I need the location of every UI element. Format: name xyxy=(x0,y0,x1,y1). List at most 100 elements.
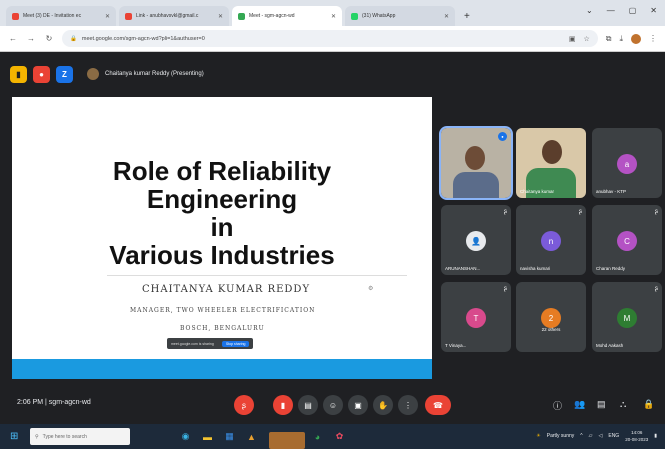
menu-icon[interactable]: ⋮ xyxy=(649,34,657,43)
browser-tab-1[interactable]: Meet (3) DE - Invitation ec ✕ xyxy=(6,6,116,26)
participant-avatar: T xyxy=(466,308,486,328)
participant-name: T Vinaya... xyxy=(445,343,467,348)
participant-video xyxy=(516,128,586,198)
tray-date: 20-08-2023 xyxy=(625,437,649,442)
profile-avatar[interactable] xyxy=(631,33,641,44)
minimize-icon[interactable]: — xyxy=(607,6,615,15)
chrome-icon[interactable]: ◕ xyxy=(309,428,326,445)
muted-mic-icon: ʂ xyxy=(655,209,658,215)
new-tab-button[interactable]: + xyxy=(458,6,476,26)
presenter-label: Chaitanya kumar Reddy (Presenting) xyxy=(105,71,204,77)
camera-permission-icon[interactable]: ▣ xyxy=(569,35,576,43)
app-icon[interactable]: ▲ xyxy=(243,428,260,445)
participant-avatar: C xyxy=(617,231,637,251)
slide-role: MANAGER, TWO WHEELER ELECTRIFICATION xyxy=(130,307,316,314)
participant-tile[interactable]: Chaitanya kumar xyxy=(516,128,586,198)
app-icon[interactable]: ✿ xyxy=(331,428,348,445)
participant-name: 22 others xyxy=(541,327,561,332)
slide-title-line: in xyxy=(210,212,234,242)
notification-icon[interactable]: ▮ xyxy=(654,433,657,439)
meet-control-bar: 2:06 PM | sgm-agcn-wd ʂ ▮ ▤ ☺ ▣ ✋ ⋮ ☎ ⓘ … xyxy=(0,388,665,424)
slide-logo-icon: ⚙ xyxy=(368,286,374,292)
slide-footer-bar xyxy=(12,359,432,379)
tray-expand-icon[interactable]: ^ xyxy=(580,433,582,439)
presentation-slide: Role of Reliability Engineering in Vario… xyxy=(12,97,432,379)
tab-search-icon[interactable]: ⌄ xyxy=(586,6,593,15)
participant-tile[interactable]: ● xyxy=(439,126,513,200)
participant-tile[interactable]: 👤 ʂ ARUNANSHAN... xyxy=(441,205,511,275)
weather-icon: ☀ xyxy=(536,433,541,439)
search-icon: ⚲ xyxy=(35,433,39,440)
participant-avatar-photo: 👤 xyxy=(466,231,486,251)
presenter-indicator: Chaitanya kumar Reddy (Presenting) xyxy=(87,68,204,80)
windows-start-icon[interactable]: ⊞ xyxy=(10,431,18,442)
browser-tab-4[interactable]: (31) WhatsApp ✕ xyxy=(345,6,455,26)
close-window-icon[interactable]: ✕ xyxy=(650,6,657,15)
os-taskbar: ⊞ ⚲ Type here to search ◉ ▬ ▦ ▲ W P ◕ ✿ … xyxy=(0,424,665,449)
back-icon[interactable]: ← xyxy=(8,34,18,43)
screen: Meet (3) DE - Invitation ec ✕ Link - anu… xyxy=(0,0,665,449)
slide-title-line: Role of Reliability xyxy=(112,156,332,186)
address-bar[interactable]: 🔒 meet.google.com/sgm-agcn-wd?pli=1&auth… xyxy=(62,30,598,47)
ext-red-icon[interactable]: ● xyxy=(33,65,50,83)
tab-favicon-icon xyxy=(238,12,245,20)
extensions-icon[interactable]: ⧉ xyxy=(606,34,612,44)
ext-zoom-icon[interactable]: Z xyxy=(56,65,73,83)
close-icon[interactable]: ✕ xyxy=(218,13,223,20)
bookmark-star-icon[interactable]: ☆ xyxy=(583,35,589,43)
tray-clock[interactable]: 14:06 20-08-2023 xyxy=(625,429,648,443)
participant-tile[interactable]: T ʂ T Vinaya... xyxy=(441,282,511,352)
lock-icon: 🔒 xyxy=(70,35,77,42)
browser-tab-strip: Meet (3) DE - Invitation ec ✕ Link - anu… xyxy=(0,0,665,26)
sharing-notice: meet.google.com is sharing Stop sharing xyxy=(167,338,254,349)
file-explorer-icon[interactable]: ▬ xyxy=(199,428,216,445)
activities-icon[interactable]: ⛬ xyxy=(620,399,626,410)
slide-title-line: Engineering xyxy=(146,184,298,214)
browser-toolbar: ← → ↻ 🔒 meet.google.com/sgm-agcn-wd?pli=… xyxy=(0,26,665,52)
chat-icon[interactable]: ▤ xyxy=(597,399,606,410)
captions-button[interactable]: ▤ xyxy=(298,395,318,415)
camera-off-button[interactable]: ▮ xyxy=(273,395,293,415)
tray-time: 14:06 xyxy=(631,430,643,435)
language-indicator[interactable]: ENG xyxy=(608,433,619,439)
weather-widget[interactable] xyxy=(269,432,305,449)
maximize-icon[interactable]: ▢ xyxy=(629,6,637,15)
host-controls-icon[interactable]: 🔒 xyxy=(643,399,654,410)
browser-tab-active[interactable]: Meet - sgm-agcn-wd ✕ xyxy=(232,6,342,26)
edge-icon[interactable]: ◉ xyxy=(177,428,194,445)
meeting-info: 2:06 PM | sgm-agcn-wd xyxy=(17,399,91,406)
muted-mic-icon: ʂ xyxy=(504,286,507,292)
participant-avatar: 2 xyxy=(541,308,561,328)
close-icon[interactable]: ✕ xyxy=(105,13,110,20)
stop-sharing-button[interactable]: Stop sharing xyxy=(221,340,250,347)
forward-icon[interactable]: → xyxy=(26,34,36,43)
url-text: meet.google.com/sgm-agcn-wd?pli=1&authus… xyxy=(81,35,205,42)
browser-tab-2[interactable]: Link - anubhavsvkl@gmail.c ✕ xyxy=(119,6,229,26)
weather-text: Partly sunny xyxy=(546,433,575,439)
download-icon[interactable]: ⤓ xyxy=(619,34,623,44)
leave-call-button[interactable]: ☎ xyxy=(425,395,451,415)
close-icon[interactable]: ✕ xyxy=(331,13,336,20)
muted-mic-icon: ʂ xyxy=(655,286,658,292)
ext-yellow-icon[interactable]: ▮ xyxy=(10,65,27,83)
volume-icon[interactable]: ◁ xyxy=(599,433,603,439)
emoji-button[interactable]: ☺ xyxy=(323,395,343,415)
people-icon[interactable]: 👥 xyxy=(574,399,585,410)
present-button[interactable]: ▣ xyxy=(348,395,368,415)
reload-icon[interactable]: ↻ xyxy=(44,34,54,43)
store-icon[interactable]: ▦ xyxy=(221,428,238,445)
muted-mic-icon: ʂ xyxy=(579,209,582,215)
network-icon[interactable]: ▱ xyxy=(589,433,593,439)
close-icon[interactable]: ✕ xyxy=(444,13,449,20)
participant-tile[interactable]: n ʂ navisha kumari xyxy=(516,205,586,275)
participant-tile[interactable]: M ʂ Mohd Aakash xyxy=(592,282,662,352)
participant-tile[interactable]: 2 22 others xyxy=(516,282,586,352)
participant-tile[interactable]: a anubhav - KTP xyxy=(592,128,662,198)
raise-hand-button[interactable]: ✋ xyxy=(373,395,393,415)
info-icon[interactable]: ⓘ xyxy=(553,399,562,412)
mic-off-button[interactable]: ʂ xyxy=(234,395,254,415)
participant-tile[interactable]: C ʂ Charan Reddy xyxy=(592,205,662,275)
participant-name: navisha kumari xyxy=(520,266,551,271)
taskbar-search[interactable]: ⚲ Type here to search xyxy=(30,428,130,445)
more-options-button[interactable]: ⋮ xyxy=(398,395,418,415)
